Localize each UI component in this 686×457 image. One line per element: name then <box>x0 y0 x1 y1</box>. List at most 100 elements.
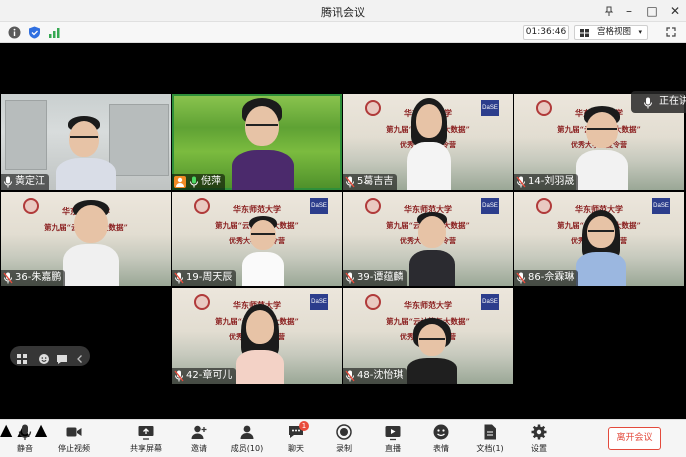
microphone-active-icon <box>189 176 199 188</box>
bookshelf <box>5 100 47 170</box>
microphone-muted-icon <box>174 272 184 284</box>
speaking-indicator: 正在讲 <box>631 91 686 113</box>
info-icon[interactable] <box>8 26 21 39</box>
settings-label: 设置 <box>531 444 547 453</box>
pin-icon[interactable] <box>598 2 620 20</box>
chat-bubble-icon[interactable] <box>56 350 68 364</box>
participant-video <box>56 116 116 190</box>
fullscreen-icon[interactable] <box>666 27 676 37</box>
video-tile-8[interactable]: DaSE 华东师范大学 第九届“云计算与大数据” 优秀大学生夏令营 86-佘霖琳 <box>514 192 684 286</box>
participant-name-tag: 39-谭蕴麟 <box>343 270 408 286</box>
meeting-info-bar: 01:36:46 宫格视图 ▾ <box>0 22 686 43</box>
video-tile-6[interactable]: DaSE 华东师范大学 第九届“云计算与大数据” 优秀大学生夏令营 19-周天辰 <box>172 192 342 286</box>
emoji-button[interactable]: 表情 <box>427 423 455 457</box>
layout-grid-icon[interactable] <box>16 350 28 364</box>
participant-name: 86-佘霖琳 <box>528 272 575 283</box>
chat-unread-badge: 1 <box>299 421 309 431</box>
window-title: 腾讯会议 <box>321 6 365 19</box>
video-tile-9[interactable]: DaSE 华东师范大学 第九届“云计算与大数据” 优秀大学生夏令营 42-章可儿 <box>172 288 342 384</box>
record-button[interactable]: 录制 <box>330 423 358 457</box>
participant-name-tag: 42-章可儿 <box>172 368 237 384</box>
mute-button[interactable]: 静音 <box>8 423 42 457</box>
participant-name-tag: 倪萍 <box>172 174 225 190</box>
settings-button[interactable]: 设置 <box>525 423 553 457</box>
participant-name: 36-朱嘉鹏 <box>15 272 62 283</box>
participant-video <box>407 98 451 190</box>
participant-video <box>63 200 119 286</box>
live-stream-icon <box>385 426 401 441</box>
microphone-muted-icon <box>345 370 355 382</box>
members-button[interactable]: 成员(10) <box>228 423 266 457</box>
video-tile-2[interactable]: 倪萍 <box>172 94 342 190</box>
video-tile-5[interactable]: 华东师范大学 第九届“云计算与大数据” 36-朱嘉鹏 <box>1 192 171 286</box>
docs-button[interactable]: 文档(1) <box>474 423 506 457</box>
title-bar: 腾讯会议 – □ ✕ <box>0 0 686 22</box>
record-icon <box>336 424 352 440</box>
share-screen-label: 共享屏幕 <box>130 444 162 453</box>
participant-name: 倪萍 <box>201 176 221 187</box>
leave-meeting-button[interactable]: 离开会议 <box>608 427 661 450</box>
stop-video-button[interactable]: 停止视频 <box>54 423 94 457</box>
microphone-muted-icon <box>516 176 526 188</box>
participant-name: 48-沈怡琪 <box>357 370 404 381</box>
poster-line-1: 华东师范大学 <box>404 300 452 310</box>
participant-name-tag: 86-佘霖琳 <box>514 270 579 286</box>
video-tile-1[interactable]: 黄定江 <box>1 94 171 190</box>
share-screen-button[interactable]: 共享屏幕 <box>126 423 166 457</box>
chat-label: 聊天 <box>288 444 304 453</box>
video-tile-10[interactable]: DaSE 华东师范大学 第九届“云计算与大数据” 优秀大学生夏令营 48-沈怡琪 <box>343 288 513 384</box>
microphone-muted-icon <box>174 370 184 382</box>
participant-name: 19-周天辰 <box>186 272 233 283</box>
members-label: 成员(10) <box>230 444 264 453</box>
invite-button[interactable]: 邀请 <box>184 423 214 457</box>
grid-view-icon <box>580 29 589 37</box>
participant-video <box>407 318 457 384</box>
view-mode-dropdown[interactable]: 宫格视图 ▾ <box>574 25 648 40</box>
close-button[interactable]: ✕ <box>664 2 686 20</box>
video-tile-3[interactable]: DaSE 华东师范大学 第九届“云计算与大数据” 优秀大学生夏令营 5葛吉吉 <box>343 94 513 190</box>
participant-name: 14-刘羽晟 <box>528 176 575 187</box>
participant-video <box>409 212 455 286</box>
emoji-icon[interactable] <box>38 350 50 364</box>
meeting-window: 腾讯会议 – □ ✕ 01:36:46 宫格视图 ▾ 黄定江 倪萍 DaSE 5… <box>0 0 686 457</box>
participant-video <box>576 210 626 286</box>
participant-name: 5葛吉吉 <box>357 176 394 187</box>
floating-view-controls <box>10 346 90 366</box>
participant-name-tag: 48-沈怡琪 <box>343 368 408 384</box>
speaking-label: 正在讲 <box>659 96 686 107</box>
video-camera-icon <box>66 427 82 437</box>
signal-strength-icon[interactable] <box>48 26 61 39</box>
meeting-timer: 01:36:46 <box>523 25 569 40</box>
video-tile-7[interactable]: DaSE 华东师范大学 第九届“云计算与大数据” 优秀大学生夏令营 39-谭蕴麟 <box>343 192 513 286</box>
meeting-toolbar: 静音 ▲ 停止视频 ▲ 共享屏幕 ▲ 邀请 成员(10) 1 聊天 <box>0 419 686 457</box>
live-button[interactable]: 直播 <box>379 423 407 457</box>
microphone-muted-icon <box>3 272 13 284</box>
participant-name-tag: 5葛吉吉 <box>343 174 398 190</box>
microphone-muted-icon <box>345 272 355 284</box>
microphone-icon <box>643 96 653 109</box>
mute-label: 静音 <box>17 444 33 453</box>
smiley-icon <box>433 424 449 440</box>
participant-name: 黄定江 <box>15 176 45 187</box>
maximize-button[interactable]: □ <box>641 2 663 20</box>
share-screen-icon <box>138 426 154 440</box>
stop-video-label: 停止视频 <box>58 444 90 453</box>
bookshelf <box>109 104 169 176</box>
participant-name-tag: 36-朱嘉鹏 <box>1 270 66 286</box>
view-mode-label: 宫格视图 <box>597 27 632 37</box>
chat-button[interactable]: 1 聊天 <box>282 421 310 457</box>
poster-line-1: 华东师范大学 <box>233 204 281 214</box>
emoji-label: 表情 <box>433 444 449 453</box>
minimize-button[interactable]: – <box>618 2 640 20</box>
chevron-down-icon: ▾ <box>638 28 642 36</box>
members-icon <box>240 425 254 439</box>
chevron-left-icon[interactable] <box>74 350 86 363</box>
participant-name-tag: 19-周天辰 <box>172 270 237 286</box>
security-shield-icon[interactable] <box>28 26 41 39</box>
record-label: 录制 <box>336 444 352 453</box>
docs-label: 文档(1) <box>476 444 504 453</box>
microphone-muted-icon <box>345 176 355 188</box>
participant-name: 39-谭蕴麟 <box>357 272 404 283</box>
host-badge-icon <box>174 176 186 188</box>
participant-name-tag: 14-刘羽晟 <box>514 174 579 190</box>
